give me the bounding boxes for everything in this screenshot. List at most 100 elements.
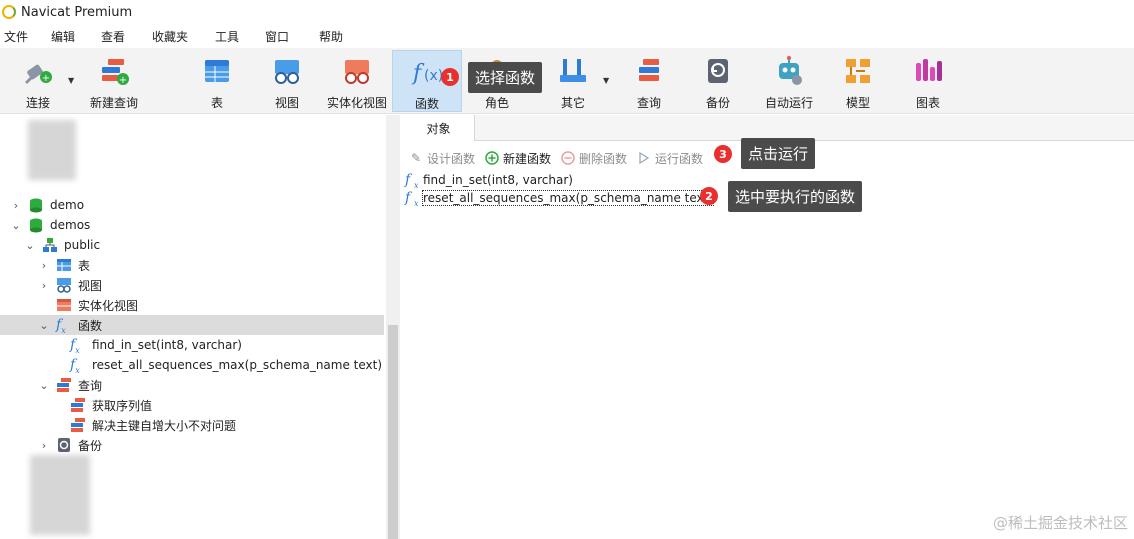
run-function-label: 运行函数 <box>655 151 704 166</box>
tree-node-public[interactable]: ⌄ public <box>0 235 384 255</box>
toolbar-materialized-view-button[interactable]: 实体化视图 <box>322 50 392 112</box>
others-dropdown-icon[interactable]: ▼ <box>603 76 609 85</box>
function-icon: fx <box>405 172 419 190</box>
toolbar-chart-label: 图表 <box>915 96 940 110</box>
function-name: reset_all_sequences_max(p_schema_name te… <box>421 190 715 206</box>
toolbar-view-label: 视图 <box>274 96 299 110</box>
tree-node-label: reset_all_sequences_max(p_schema_name te… <box>92 358 383 372</box>
object-panel: 对象 ✎ 设计函数 新建函数 删除函数 运行函数 fx find_in_set(… <box>403 115 1134 539</box>
watermark: @稀土掘金技术社区 <box>992 514 1128 532</box>
minus-circle-icon <box>561 151 575 165</box>
backup-icon <box>56 437 72 453</box>
tree-node-label: demos <box>50 218 91 232</box>
function-list-item[interactable]: fx find_in_set(int8, varchar) <box>405 171 573 190</box>
tree-node-query-fix-pk[interactable]: 解决主键自增大小不对问题 <box>0 415 384 435</box>
toolbar-query-button[interactable]: 查询 <box>622 50 676 112</box>
toolbar-chart-button[interactable]: 图表 <box>901 50 955 112</box>
menu-file[interactable]: 文件 <box>2 28 30 45</box>
menu-tools[interactable]: 工具 <box>213 28 241 45</box>
tree-node-demo[interactable]: › demo <box>0 195 384 215</box>
function-icon: f (x) <box>411 56 443 88</box>
navigation-tree: › demo ⌄ demos ⌄ public › 表 › 视图 实体化视图 ⌄… <box>0 115 400 539</box>
toolbar-view-button[interactable]: 视图 <box>260 50 314 112</box>
callout-select-function: 选择函数 <box>468 62 543 93</box>
chevron-right-icon[interactable]: › <box>10 199 22 212</box>
toolbar-query-label: 查询 <box>636 96 661 110</box>
materialized-view-icon <box>341 55 373 87</box>
design-function-button[interactable]: ✎ 设计函数 <box>409 150 475 167</box>
model-icon <box>842 55 874 87</box>
materialized-view-icon <box>56 297 72 313</box>
chevron-right-icon[interactable]: › <box>38 279 50 292</box>
chevron-down-icon[interactable]: ⌄ <box>24 239 36 252</box>
menu-view[interactable]: 查看 <box>99 28 127 45</box>
toolbar-new-query-button[interactable]: + 新建查询 <box>84 50 144 112</box>
query-icon <box>633 55 665 87</box>
function-list-item[interactable]: fx reset_all_sequences_max(p_schema_name… <box>405 189 715 208</box>
toolbar-automation-label: 自动运行 <box>764 96 813 110</box>
toolbar-others-button[interactable]: 其它 <box>546 50 600 112</box>
tab-objects[interactable]: 对象 <box>403 115 475 141</box>
tree-scrollbar-thumb[interactable] <box>388 325 398 539</box>
redacted-area <box>28 120 76 180</box>
navicat-window: Navicat Premium 文件 编辑 查看 收藏夹 工具 窗口 帮助 + … <box>0 0 1134 539</box>
new-function-button[interactable]: 新建函数 <box>485 150 551 167</box>
toolbar-model-button[interactable]: 模型 <box>831 50 885 112</box>
query-icon <box>56 377 72 393</box>
toolbar-backup-button[interactable]: 备份 <box>691 50 745 112</box>
tree-node-label: 备份 <box>78 438 103 453</box>
toolbar-connect-button[interactable]: + 连接 <box>10 50 66 112</box>
menu-favorites[interactable]: 收藏夹 <box>150 28 190 45</box>
pencil-icon: ✎ <box>410 151 422 165</box>
design-function-label: 设计函数 <box>427 151 476 166</box>
run-function-button[interactable]: 运行函数 <box>637 150 703 167</box>
toolbar-automation-button[interactable]: 自动运行 <box>758 50 820 112</box>
function-icon: fx <box>70 357 80 375</box>
toolbar-others-label: 其它 <box>560 96 585 110</box>
tree-node-backups[interactable]: › 备份 <box>0 435 384 455</box>
connect-dropdown-icon[interactable]: ▼ <box>68 76 74 85</box>
new-function-label: 新建函数 <box>503 151 552 166</box>
tree-node-label: 视图 <box>78 278 103 293</box>
tree-node-tables[interactable]: › 表 <box>0 255 384 275</box>
tree-node-label: 获取序列值 <box>92 398 153 413</box>
svg-text:f: f <box>411 61 425 86</box>
table-icon <box>201 55 233 87</box>
delete-function-button[interactable]: 删除函数 <box>561 150 627 167</box>
toolbar-materialized-view-label: 实体化视图 <box>326 96 387 110</box>
tree-node-functions[interactable]: ⌄ fx 函数 <box>0 315 384 335</box>
toolbar-new-query-label: 新建查询 <box>89 96 138 110</box>
toolbar-table-button[interactable]: 表 <box>190 50 244 112</box>
menu-edit[interactable]: 编辑 <box>49 28 77 45</box>
database-icon <box>28 217 44 233</box>
menu-window[interactable]: 窗口 <box>263 28 291 45</box>
menu-help[interactable]: 帮助 <box>317 28 345 45</box>
chart-icon <box>912 55 944 87</box>
tree-node-function-reset-sequences[interactable]: fx reset_all_sequences_max(p_schema_name… <box>0 355 384 375</box>
main-toolbar: + 连接 ▼ + 新建查询 表 视图 实体化视图 f (x) 函数 角色 其它 … <box>0 48 1134 114</box>
title-bar: Navicat Premium <box>0 0 1134 24</box>
chevron-down-icon[interactable]: ⌄ <box>38 379 50 392</box>
tree-node-materialized-views[interactable]: 实体化视图 <box>0 295 384 315</box>
chevron-right-icon[interactable]: › <box>38 259 50 272</box>
tree-node-query-get-sequence[interactable]: 获取序列值 <box>0 395 384 415</box>
step-badge-1: 1 <box>441 68 459 86</box>
svg-text:+: + <box>119 75 127 86</box>
tree-node-queries[interactable]: ⌄ 查询 <box>0 375 384 395</box>
function-name: find_in_set(int8, varchar) <box>423 173 573 187</box>
delete-function-label: 删除函数 <box>579 151 628 166</box>
svg-text:+: + <box>42 73 50 84</box>
play-icon <box>637 151 651 165</box>
view-icon <box>56 277 72 293</box>
callout-select-function-to-run: 选中要执行的函数 <box>728 181 863 212</box>
chevron-right-icon[interactable]: › <box>38 439 50 452</box>
tree-node-views[interactable]: › 视图 <box>0 275 384 295</box>
tree-node-function-find-in-set[interactable]: fx find_in_set(int8, varchar) <box>0 335 384 355</box>
chevron-down-icon[interactable]: ⌄ <box>38 319 50 332</box>
tree-node-label: 表 <box>78 258 91 273</box>
tree-node-label: 解决主键自增大小不对问题 <box>92 418 237 433</box>
tree-node-label: 函数 <box>78 318 103 333</box>
plus-circle-icon <box>485 151 499 165</box>
tree-node-demos[interactable]: ⌄ demos <box>0 215 384 235</box>
chevron-down-icon[interactable]: ⌄ <box>10 219 22 232</box>
